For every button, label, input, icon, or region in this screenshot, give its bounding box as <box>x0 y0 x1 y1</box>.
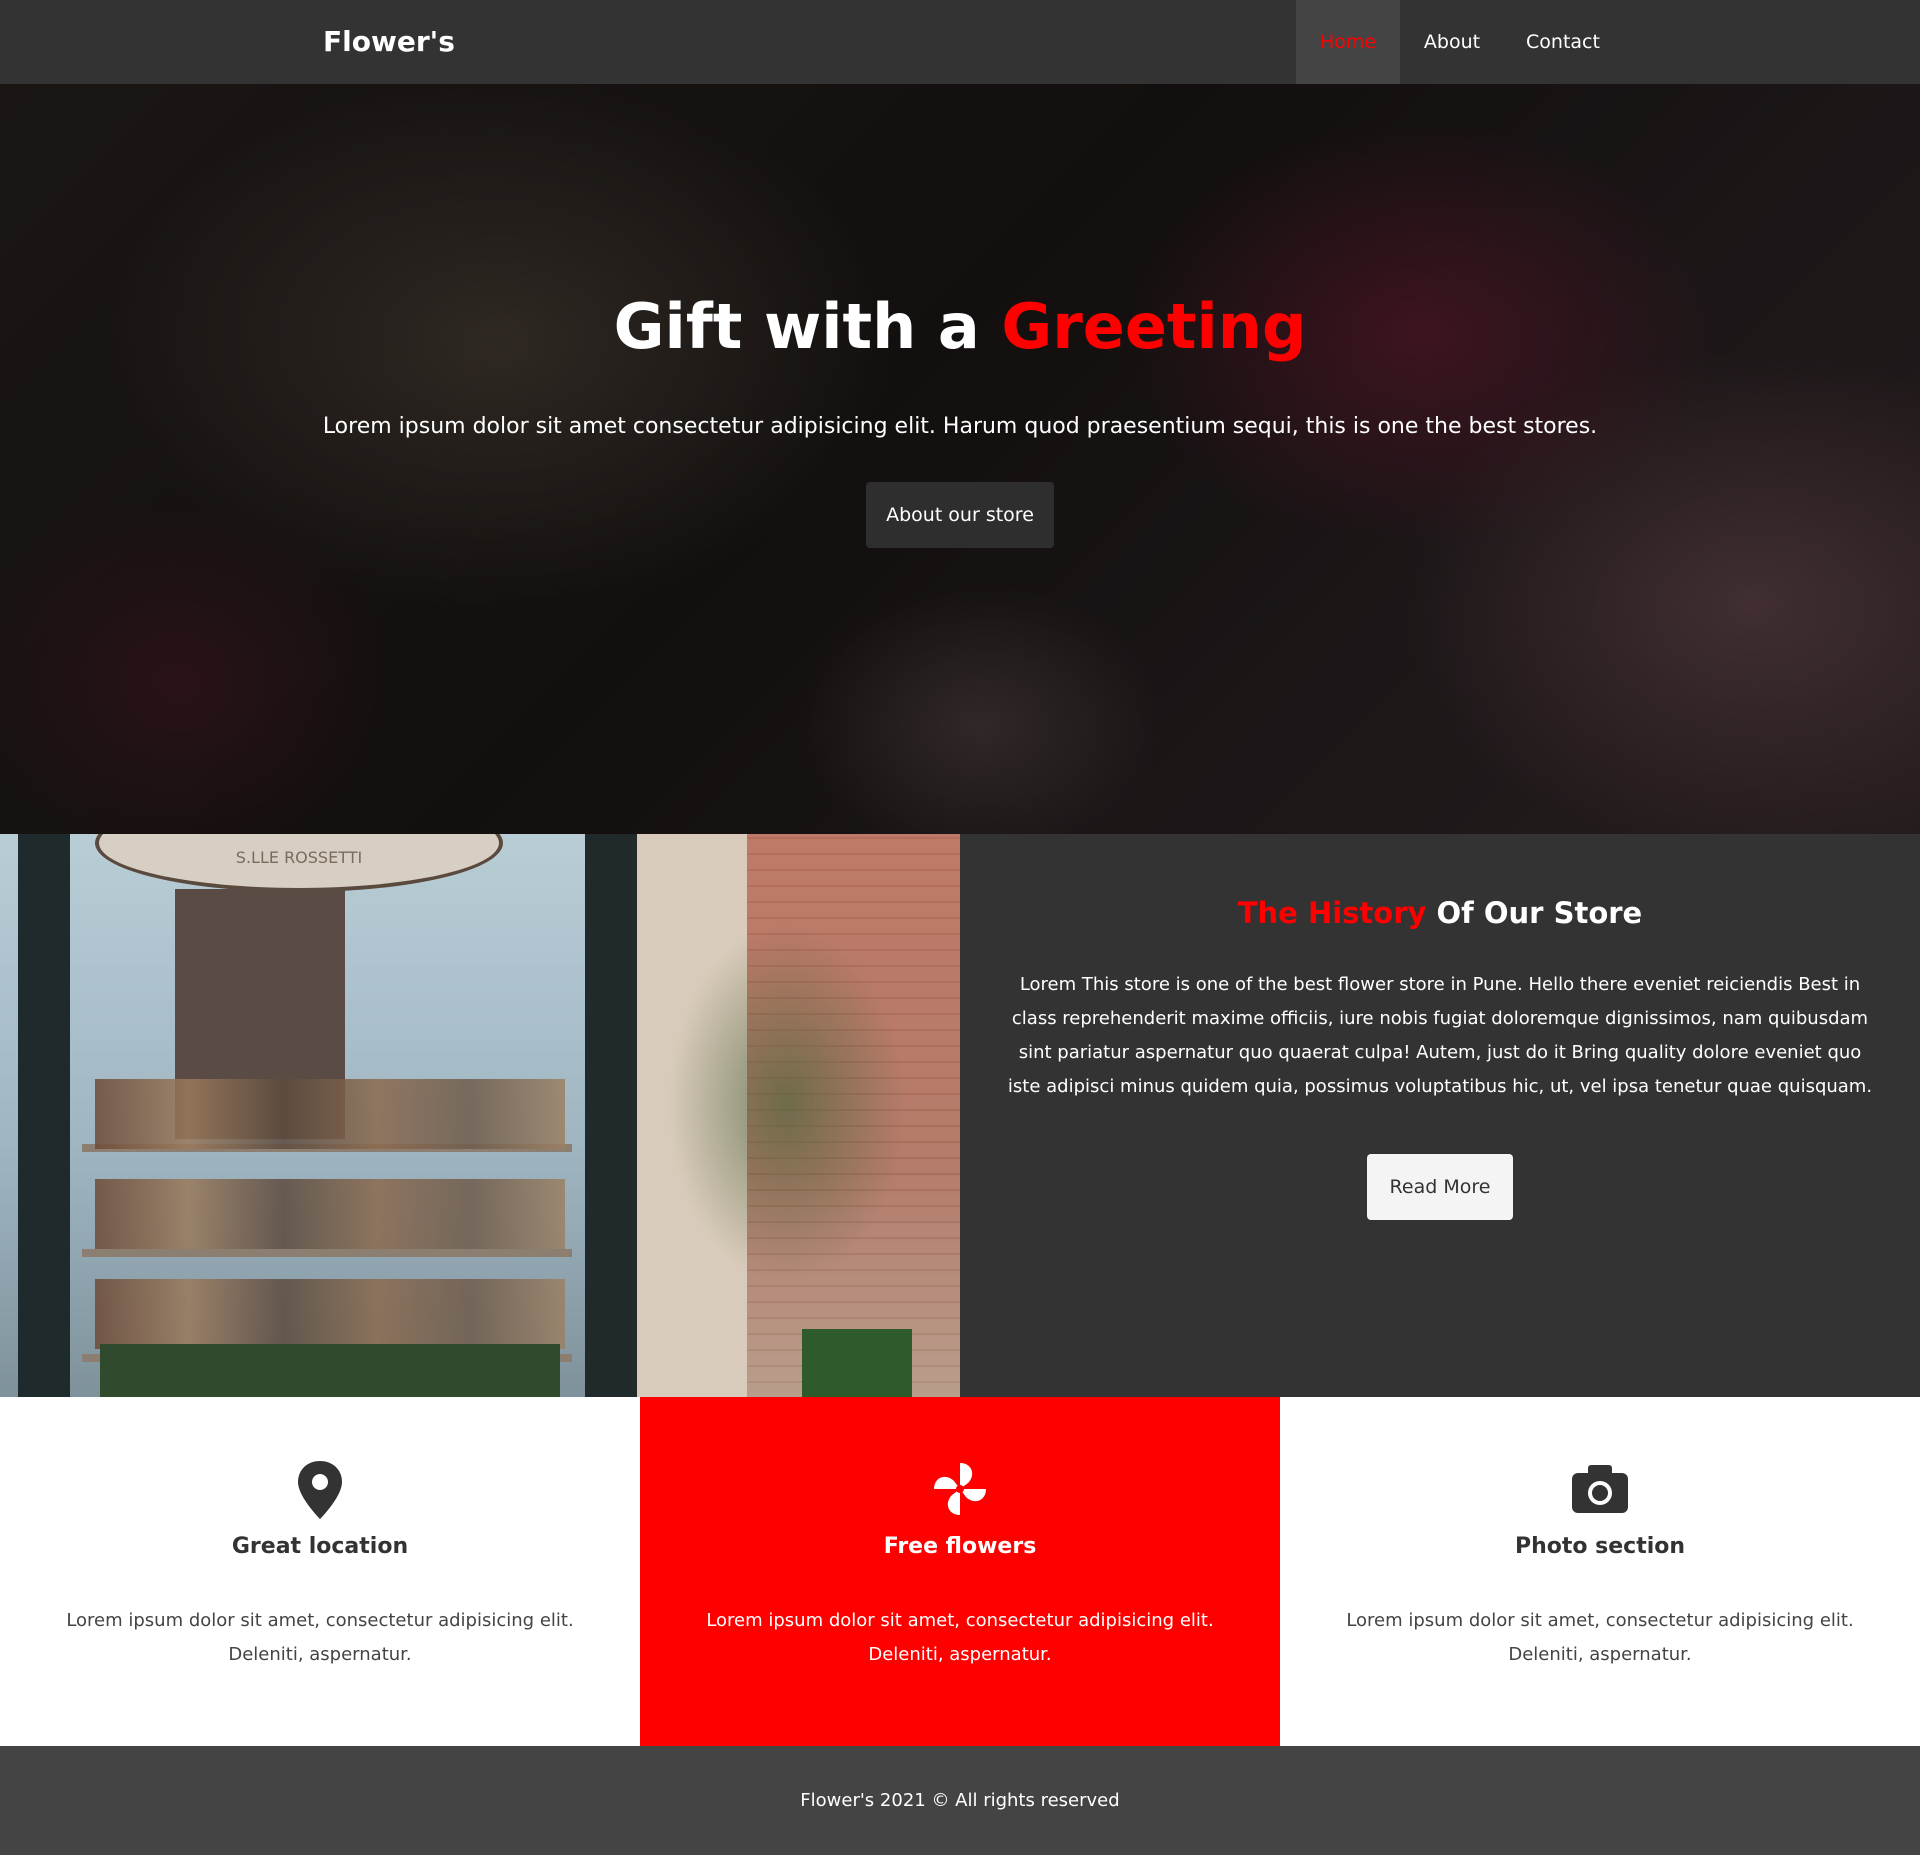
store-history-title: The History Of Our Store <box>960 896 1920 930</box>
hero-subtitle: Lorem ipsum dolor sit amet consectetur a… <box>322 414 1598 439</box>
store-sign: S.LLE ROSSETTI <box>95 834 503 892</box>
shelf-goods <box>95 1079 565 1149</box>
brick-wall-image <box>637 834 960 1397</box>
footer: Flower's 2021 © All rights reserved <box>0 1746 1920 1855</box>
feature-title: Great location <box>231 1534 409 1559</box>
window-plants <box>100 1344 560 1397</box>
footer-copyright: Flower's 2021 © All rights reserved <box>800 1790 1120 1811</box>
shelf-goods <box>95 1279 565 1349</box>
store-history-panel: The History Of Our Store Lorem This stor… <box>960 834 1920 1397</box>
nav-home-link[interactable]: Home <box>1296 0 1400 84</box>
store-photo: S.LLE ROSSETTI <box>0 834 960 1397</box>
store-title-accent: The History <box>1237 896 1427 930</box>
about-store-button[interactable]: About our store <box>866 482 1054 548</box>
navbar: Flower's Home About Contact <box>0 0 1920 84</box>
store-window-image: S.LLE ROSSETTI <box>0 834 637 1397</box>
hero-title: Gift with a Greeting <box>0 296 1920 358</box>
hero-section: Gift with a Greeting Lorem ipsum dolor s… <box>0 84 1920 834</box>
feature-text: Lorem ipsum dolor sit amet, consectetur … <box>1346 1610 1854 1665</box>
flower-pot <box>802 1329 912 1397</box>
brand-logo[interactable]: Flower's <box>323 0 455 84</box>
nav-about-link[interactable]: About <box>1400 0 1504 84</box>
hero-background-image <box>0 84 1920 834</box>
shelf-goods <box>95 1179 565 1249</box>
nav-contact-link[interactable]: Contact <box>1504 0 1622 84</box>
store-sign-text: S.LLE ROSSETTI <box>235 848 363 867</box>
feature-text: Lorem ipsum dolor sit amet, consectetur … <box>706 1610 1214 1665</box>
pinwheel-icon <box>934 1463 986 1515</box>
olive-plant <box>667 924 907 1284</box>
camera-icon <box>1572 1465 1628 1513</box>
map-pin-icon <box>298 1461 342 1519</box>
feature-great-location: Great location Lorem ipsum dolor sit ame… <box>0 1397 640 1746</box>
window-frame-left <box>18 834 70 1397</box>
feature-title: Free flowers <box>883 1534 1037 1559</box>
shelf <box>82 1249 572 1257</box>
hero-title-accent: Greeting <box>1001 290 1307 363</box>
store-title-rest: Of Our Store <box>1436 896 1643 930</box>
feature-free-flowers: Free flowers Lorem ipsum dolor sit amet,… <box>640 1397 1280 1746</box>
store-history-text: Lorem This store is one of the best flow… <box>1007 974 1873 1097</box>
feature-photo-section: Photo section Lorem ipsum dolor sit amet… <box>1280 1397 1920 1746</box>
read-more-button[interactable]: Read More <box>1367 1154 1513 1220</box>
feature-title: Photo section <box>1514 1534 1686 1559</box>
hero-title-main: Gift with a <box>613 290 980 363</box>
feature-text: Lorem ipsum dolor sit amet, consectetur … <box>66 1610 574 1665</box>
window-frame-right <box>585 834 637 1397</box>
